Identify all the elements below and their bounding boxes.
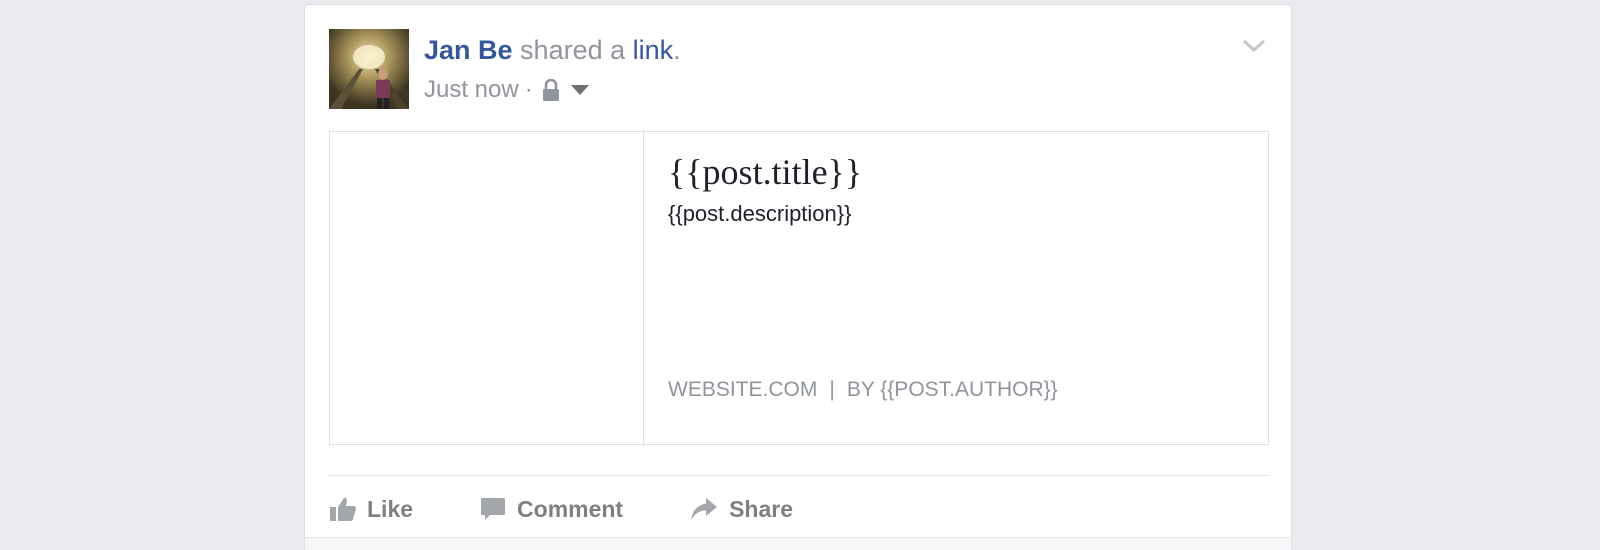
audience-caret-icon[interactable] bbox=[570, 84, 589, 96]
action-bar: Like Comment Share bbox=[329, 489, 793, 529]
like-label: Like bbox=[367, 495, 414, 522]
post-header: Jan Be shared a link. bbox=[424, 33, 681, 67]
share-button[interactable]: Share bbox=[689, 495, 793, 523]
header-period: . bbox=[673, 35, 681, 65]
attachment-image[interactable] bbox=[330, 132, 644, 444]
chevron-down-icon[interactable] bbox=[1241, 37, 1267, 55]
share-arrow-icon bbox=[691, 498, 718, 520]
like-button[interactable]: Like bbox=[329, 495, 413, 523]
attachment-body: {{post.title}} {{post.description}} WEBS… bbox=[644, 132, 1268, 444]
post-card: Jan Be shared a link. Just now · {{post.… bbox=[304, 4, 1292, 550]
timestamp[interactable]: Just now bbox=[424, 75, 519, 105]
actions-divider bbox=[329, 475, 1269, 476]
comment-icon bbox=[481, 498, 506, 520]
attachment-byline: BY {{POST.AUTHOR}} bbox=[846, 378, 1058, 401]
share-label: Share bbox=[729, 495, 794, 522]
post-meta: Just now · bbox=[424, 75, 589, 105]
author-name[interactable]: Jan Be bbox=[424, 35, 513, 65]
caption-separator: | bbox=[829, 378, 835, 401]
comment-label: Comment bbox=[517, 495, 624, 522]
attachment-domain: WEBSITE.COM bbox=[668, 378, 818, 401]
avatar[interactable] bbox=[329, 29, 409, 109]
card-footer bbox=[305, 537, 1291, 550]
attachment-caption: WEBSITE.COM | BY {{POST.AUTHOR}} bbox=[668, 377, 1058, 403]
action-text: shared a bbox=[512, 35, 633, 65]
shared-link[interactable]: link bbox=[633, 35, 674, 65]
link-attachment[interactable]: {{post.title}} {{post.description}} WEBS… bbox=[329, 131, 1269, 445]
attachment-description: {{post.description}} bbox=[668, 201, 852, 226]
lock-icon bbox=[542, 79, 559, 101]
comment-button[interactable]: Comment bbox=[479, 495, 623, 523]
attachment-title[interactable]: {{post.title}} bbox=[668, 150, 1244, 194]
meta-separator: · bbox=[524, 76, 533, 103]
thumbs-up-icon bbox=[330, 497, 356, 521]
